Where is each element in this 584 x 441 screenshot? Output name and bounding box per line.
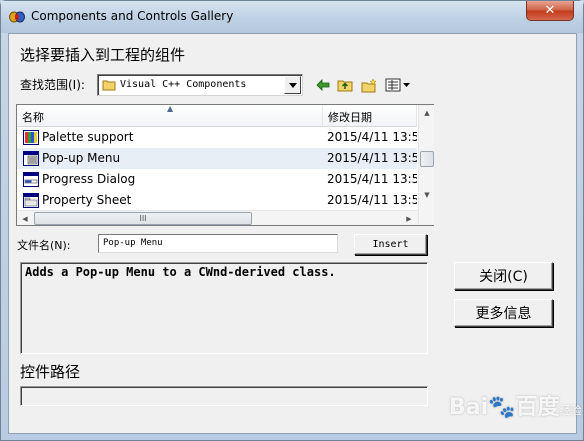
look-in-combo[interactable]: Visual C++ Components xyxy=(97,74,303,96)
title-bar[interactable]: Components and Controls Gallery ✕ xyxy=(1,1,583,33)
item-date: 2015/4/11 13:50 xyxy=(327,130,417,144)
list-item[interactable]: Property Sheet 2015/4/11 13:50 xyxy=(17,190,417,211)
folder-icon xyxy=(102,80,116,91)
horizontal-scroll-thumb[interactable]: III xyxy=(34,212,252,225)
watermark: Bai🐾百度经验 xyxy=(449,389,582,421)
back-arrow-icon xyxy=(316,79,330,91)
path-label: 控件路径 xyxy=(20,363,81,381)
path-box xyxy=(20,386,428,406)
insert-button[interactable]: Insert xyxy=(354,234,427,255)
filename-label: 文件名(N): xyxy=(17,239,71,252)
vertical-scroll-thumb[interactable] xyxy=(420,151,434,167)
dialog-client: 选择要插入到工程的组件 查找范围(I): Visual C++ Componen… xyxy=(8,33,577,434)
view-menu-icon xyxy=(385,78,410,92)
up-folder-button[interactable] xyxy=(336,77,354,93)
window-title: Components and Controls Gallery xyxy=(31,9,234,23)
new-folder-icon xyxy=(361,77,377,92)
chevron-down-icon xyxy=(288,82,297,88)
scroll-left-icon[interactable]: ◀ xyxy=(17,211,33,226)
close-button[interactable]: 关闭(C) xyxy=(454,262,553,290)
scroll-grip-icon: III xyxy=(139,214,147,223)
combo-dropdown-button[interactable] xyxy=(284,76,301,94)
scroll-up-icon[interactable]: ▲ xyxy=(419,105,435,121)
item-name: Pop-up Menu xyxy=(42,151,121,165)
list-item[interactable]: Palette support 2015/4/11 13:50 xyxy=(17,127,417,148)
column-modified-label: 修改日期 xyxy=(328,111,372,124)
sort-ascending-icon: ▲ xyxy=(167,104,174,113)
item-date: 2015/4/11 13:50 xyxy=(327,151,417,165)
description-box: Adds a Pop-up Menu to a CWnd-derived cla… xyxy=(20,262,428,354)
property-sheet-icon xyxy=(23,193,39,208)
more-info-button[interactable]: 更多信息 xyxy=(454,299,553,327)
view-menu-button[interactable] xyxy=(384,77,412,93)
watermark-brand: Bai xyxy=(449,395,489,420)
item-date: 2015/4/11 13:50 xyxy=(327,172,417,186)
filename-input[interactable]: Pop-up Menu xyxy=(98,234,338,253)
look-in-label: 查找范围(I): xyxy=(20,78,85,92)
close-icon: ✕ xyxy=(544,3,556,18)
description-text: Adds a Pop-up Menu to a CWnd-derived cla… xyxy=(25,265,336,279)
watermark-sub: 经验 xyxy=(559,404,582,417)
list-horizontal-scrollbar[interactable]: ◀ III ▶ xyxy=(17,210,418,225)
watermark-du: 百度 xyxy=(515,395,560,420)
popup-menu-icon xyxy=(23,151,39,166)
list-item[interactable]: Progress Dialog 2015/4/11 13:50 xyxy=(17,169,417,190)
scroll-down-icon[interactable]: ▼ xyxy=(419,187,435,203)
component-list[interactable]: 名称 ▲ 修改日期 Palette support 2015/4/11 13:5… xyxy=(16,104,434,226)
scroll-right-icon[interactable]: ▶ xyxy=(401,211,417,226)
list-header: 名称 ▲ 修改日期 xyxy=(17,104,417,127)
list-item-selected[interactable]: Pop-up Menu 2015/4/11 13:50 xyxy=(17,148,417,169)
window-close-button[interactable]: ✕ xyxy=(526,1,574,21)
column-header-name[interactable]: 名称 ▲ xyxy=(17,104,323,127)
item-name: Progress Dialog xyxy=(42,172,136,186)
item-name: Property Sheet xyxy=(42,193,132,207)
window-frame: Components and Controls Gallery ✕ 选择要插入到… xyxy=(0,0,584,441)
column-name-label: 名称 xyxy=(22,111,44,124)
new-folder-button[interactable] xyxy=(360,77,378,93)
dialog-heading: 选择要插入到工程的组件 xyxy=(20,46,186,64)
column-header-modified[interactable]: 修改日期 xyxy=(323,105,417,127)
palette-icon xyxy=(23,130,39,145)
item-date: 2015/4/11 13:50 xyxy=(327,193,417,207)
look-in-value: Visual C++ Components xyxy=(120,79,247,90)
back-button[interactable] xyxy=(314,77,332,93)
item-name: Palette support xyxy=(42,130,134,144)
progress-dialog-icon xyxy=(23,172,39,187)
paw-icon: 🐾 xyxy=(488,395,516,420)
up-folder-icon xyxy=(337,80,353,92)
app-icon xyxy=(9,11,25,23)
list-vertical-scrollbar[interactable]: ▲ ▼ xyxy=(418,105,434,225)
